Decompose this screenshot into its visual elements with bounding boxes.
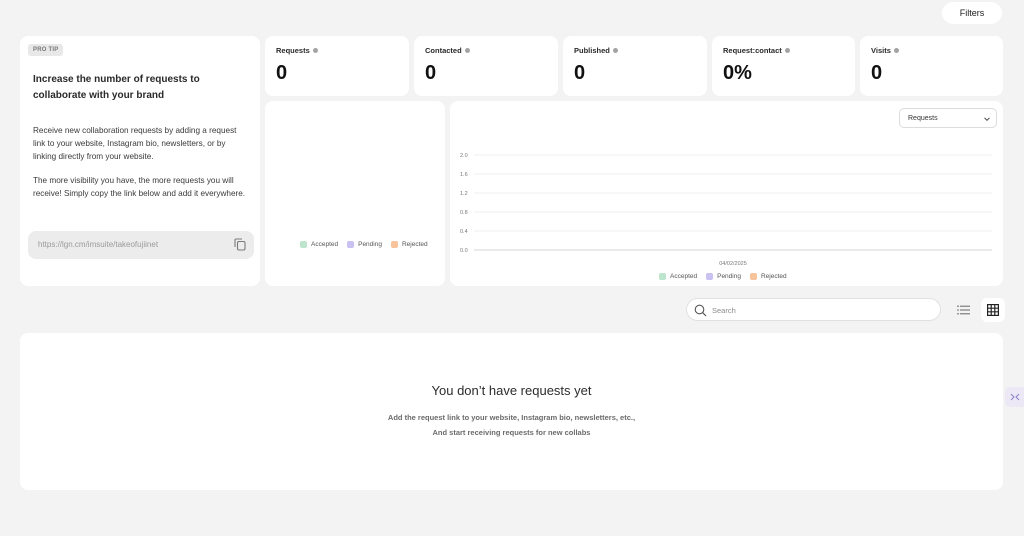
legend-swatch — [300, 241, 307, 248]
request-link-text[interactable]: https://lgn.cm/imsuite/takeofujiinet — [38, 240, 158, 249]
legend-item-pending[interactable]: Pending — [706, 273, 741, 280]
line-legend: Accepted Pending Rejected — [659, 273, 787, 280]
info-icon[interactable] — [784, 48, 790, 53]
stat-label: Contacted — [425, 46, 462, 55]
line-chart: 2.0 1.6 1.2 0.8 0.4 0.0 04/02/2025 — [460, 153, 992, 267]
legend-label: Accepted — [311, 241, 339, 248]
legend-label: Pending — [358, 241, 382, 248]
pro-tip-paragraph-2: The more visibility you have, the more r… — [33, 176, 246, 199]
legend-item-rejected[interactable]: Rejected — [390, 241, 428, 248]
info-icon[interactable] — [312, 48, 318, 53]
stat-card-visits: Visits 0 — [860, 36, 1003, 96]
requests-line-chart-card: Requests 2.0 1.6 1.2 0.8 0.4 0.0 04/02/2025 Ac… — [450, 101, 1003, 286]
list-icon — [956, 305, 970, 315]
info-icon[interactable] — [612, 48, 618, 53]
stat-label: Request:contact — [723, 46, 782, 55]
empty-state-text: Add the request link to your website, In… — [387, 413, 636, 422]
stat-value: 0 — [425, 62, 437, 84]
pro-tip-title: Increase the number of requests to colla… — [33, 74, 200, 101]
legend-swatch — [749, 273, 757, 280]
legend-swatch — [390, 241, 398, 248]
legend-label: Rejected — [401, 241, 428, 248]
legend-item-accepted[interactable]: Accepted — [659, 273, 697, 280]
stat-value: 0 — [574, 62, 586, 84]
stat-card-request-contact: Request:contact 0% — [712, 36, 855, 96]
search-icon — [694, 304, 707, 317]
status-breakdown-card: Accepted Pending Rejected — [265, 101, 445, 286]
pro-tip-card: PRO TIP Increase the number of requests … — [20, 36, 260, 286]
x-tick-label: 04/02/2025 — [719, 261, 747, 267]
grid-icon — [987, 304, 999, 316]
y-tick-label: 1.6 — [460, 172, 468, 178]
legend-swatch — [659, 273, 666, 280]
grid-view-button[interactable] — [981, 298, 1005, 322]
stat-card-requests: Requests 0 — [265, 36, 409, 96]
legend-item-rejected[interactable]: Rejected — [749, 273, 787, 280]
stat-card-contacted: Contacted 0 — [414, 36, 558, 96]
empty-state-text-2: And start receiving requests for new col… — [432, 428, 591, 437]
pie-legend: Accepted Pending Rejected — [300, 241, 428, 248]
legend-label: Pending — [717, 273, 741, 280]
legend-item-accepted[interactable]: Accepted — [300, 241, 338, 248]
stat-label: Visits — [871, 46, 891, 55]
info-icon[interactable] — [893, 48, 899, 53]
request-link-box[interactable]: https://lgn.cm/imsuite/takeofujiinet — [28, 231, 254, 259]
legend-item-pending[interactable]: Pending — [347, 241, 382, 248]
stat-card-published: Published 0 — [563, 36, 707, 96]
stat-label: Published — [574, 46, 610, 55]
legend-label: Accepted — [670, 273, 698, 280]
y-tick-label: 2.0 — [460, 153, 468, 159]
list-view-button[interactable] — [951, 298, 975, 322]
y-tick-label: 1.2 — [460, 191, 468, 197]
side-widget-tab[interactable] — [1005, 387, 1024, 407]
collapse-arrows-icon — [1010, 393, 1019, 401]
requests-empty-state: You don’t have requests yet Add the requ… — [20, 333, 1003, 490]
legend-label: Rejected — [760, 273, 787, 280]
stat-value: 0% — [723, 62, 752, 84]
y-tick-label: 0.4 — [460, 229, 468, 235]
stat-label: Requests — [276, 46, 310, 55]
empty-state-title: You don’t have requests yet — [431, 383, 592, 398]
copy-icon[interactable] — [234, 238, 246, 251]
info-icon[interactable] — [464, 48, 470, 53]
legend-swatch — [347, 241, 355, 248]
stat-value: 0 — [871, 62, 883, 84]
search-bar[interactable] — [686, 298, 941, 321]
stat-value: 0 — [276, 62, 288, 84]
pro-tip-badge: PRO TIP — [28, 44, 64, 56]
search-input[interactable] — [712, 304, 927, 316]
legend-swatch — [706, 273, 714, 280]
y-tick-label: 0.0 — [460, 248, 468, 254]
y-tick-label: 0.8 — [460, 210, 468, 216]
filters-button[interactable]: Filters — [942, 2, 1002, 24]
pro-tip-paragraph: Receive new collaboration requests by ad… — [33, 126, 237, 162]
